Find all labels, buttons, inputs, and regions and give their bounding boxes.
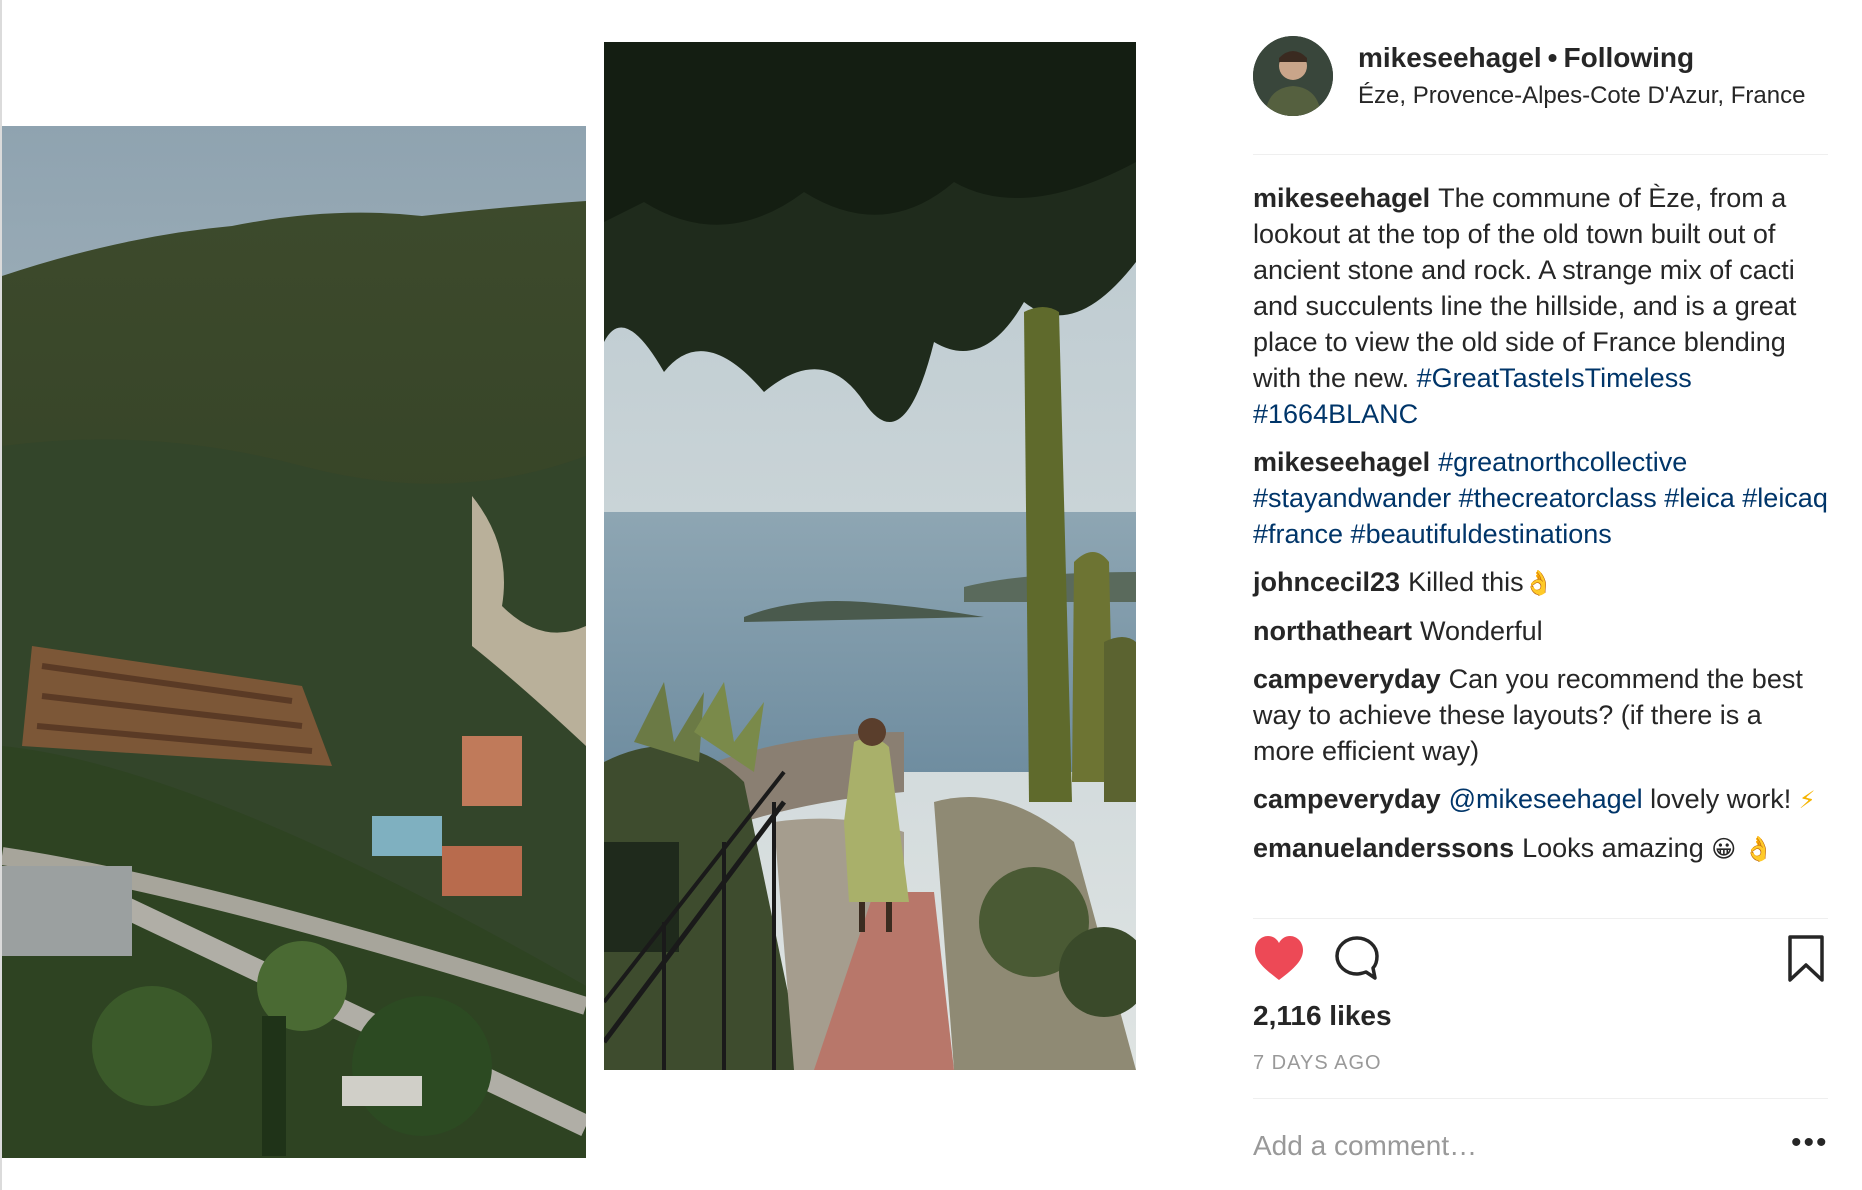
post-photo-cactus-path[interactable] <box>604 42 1136 1070</box>
comment-item: campeveryday Can you recommend the best w… <box>1253 661 1828 769</box>
smile-ok-emoji: 😀 👌 <box>1711 835 1774 863</box>
bookmark-icon[interactable] <box>1786 934 1826 984</box>
comment-username[interactable]: emanuelanderssons <box>1253 833 1514 863</box>
add-comment-input[interactable]: Add a comment… <box>1253 1130 1477 1162</box>
comment-username[interactable]: johncecil23 <box>1253 567 1400 597</box>
actions-divider <box>1253 918 1828 919</box>
comments-list: mikeseehagel The commune of Èze, from a l… <box>1253 180 1828 879</box>
following-button[interactable]: Following <box>1563 42 1694 73</box>
comment-icon[interactable] <box>1333 934 1381 982</box>
header-separator: • <box>1547 42 1558 73</box>
comment-mention[interactable]: @mikeseehagel <box>1449 784 1643 814</box>
heart-icon[interactable] <box>1253 934 1305 984</box>
comment-item: mikeseehagel #greatnorthcollective #staya… <box>1253 444 1828 552</box>
header-divider <box>1253 154 1828 155</box>
comment-username[interactable]: mikeseehagel <box>1253 447 1430 477</box>
user-avatar[interactable] <box>1253 36 1333 116</box>
ok-hand-emoji: 👌 <box>1523 569 1554 597</box>
comment-item: emanuelanderssons Looks amazing 😀 👌 <box>1253 830 1828 867</box>
comment-item: campeveryday @mikeseehagel lovely work! ⚡ <box>1253 781 1828 818</box>
post-photo-hillside[interactable] <box>2 126 586 1158</box>
comment-item: johncecil23 Killed this👌 <box>1253 564 1828 601</box>
comment-text: Killed this <box>1408 567 1524 597</box>
post-header: mikeseehagel • Following <box>1358 42 1694 74</box>
comment-text: The commune of Èze, from a lookout at th… <box>1253 183 1797 393</box>
location-link[interactable]: Éze, Provence-Alpes-Cote D'Azur, France <box>1358 82 1805 110</box>
comment-item: northatheart Wonderful <box>1253 613 1828 649</box>
comment-username[interactable]: campeveryday <box>1253 664 1441 694</box>
lightning-emoji: ⚡ <box>1798 786 1816 814</box>
comment-text: lovely work! <box>1650 784 1792 814</box>
likes-count[interactable]: 2,116 likes <box>1253 1000 1392 1032</box>
caption: mikeseehagel The commune of Èze, from a l… <box>1253 180 1828 432</box>
comment-username[interactable]: campeveryday <box>1253 784 1441 814</box>
post-actions <box>1253 934 1828 984</box>
username-link[interactable]: mikeseehagel <box>1358 42 1542 73</box>
comment-text: Wonderful <box>1420 616 1543 646</box>
comment-username[interactable]: mikeseehagel <box>1253 183 1430 213</box>
comment-text: Looks amazing <box>1522 833 1704 863</box>
post-timestamp: 7 DAYS AGO <box>1253 1052 1382 1074</box>
comment-divider <box>1253 1098 1828 1099</box>
comment-username[interactable]: northatheart <box>1253 616 1412 646</box>
more-options-button[interactable]: ••• <box>1791 1126 1829 1160</box>
post-details-panel: mikeseehagel • Following Éze, Provence-Alp… <box>1253 0 1828 1190</box>
